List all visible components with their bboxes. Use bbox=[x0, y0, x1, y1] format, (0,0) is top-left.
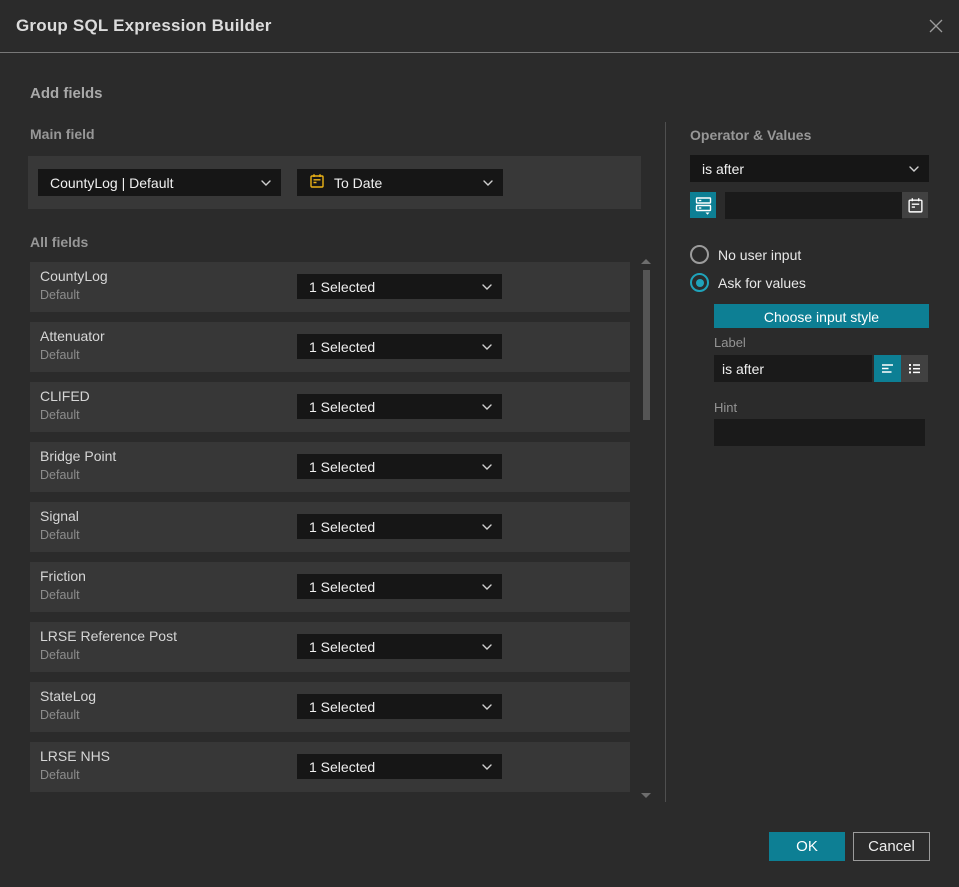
field-subtitle: Default bbox=[40, 408, 80, 422]
field-selection-value: 1 Selected bbox=[309, 278, 376, 295]
chevron-down-icon bbox=[482, 283, 492, 290]
choose-input-style-button[interactable]: Choose input style bbox=[714, 304, 929, 328]
radio-label: Ask for values bbox=[718, 274, 806, 291]
single-line-style-toggle[interactable] bbox=[874, 355, 901, 382]
main-field-label: Main field bbox=[30, 126, 95, 142]
field-selection-dropdown[interactable]: 1 Selected bbox=[297, 574, 502, 599]
field-selection-value: 1 Selected bbox=[309, 338, 376, 355]
field-selection-dropdown[interactable]: 1 Selected bbox=[297, 694, 502, 719]
field-selection-dropdown[interactable]: 1 Selected bbox=[297, 454, 502, 479]
field-subtitle: Default bbox=[40, 288, 80, 302]
chevron-down-icon bbox=[482, 523, 492, 530]
field-subtitle: Default bbox=[40, 468, 80, 482]
chevron-down-icon bbox=[483, 179, 493, 186]
radio-selected-icon bbox=[690, 273, 709, 292]
field-selection-dropdown[interactable]: 1 Selected bbox=[297, 334, 502, 359]
field-selection-dropdown[interactable]: 1 Selected bbox=[297, 754, 502, 779]
main-field-panel: CountyLog | Default To Date bbox=[28, 156, 641, 209]
field-subtitle: Default bbox=[40, 708, 80, 722]
field-selection-dropdown[interactable]: 1 Selected bbox=[297, 394, 502, 419]
field-row: Bridge Point Default 1 Selected bbox=[30, 442, 630, 492]
field-selection-value: 1 Selected bbox=[309, 638, 376, 655]
panel-divider bbox=[665, 122, 666, 802]
operator-values-label: Operator & Values bbox=[690, 127, 812, 143]
add-fields-heading: Add fields bbox=[30, 85, 103, 102]
hint-caption: Hint bbox=[714, 400, 738, 415]
field-selection-value: 1 Selected bbox=[309, 458, 376, 475]
align-left-icon bbox=[882, 364, 893, 373]
chevron-down-icon bbox=[909, 165, 919, 172]
date-picker-button[interactable] bbox=[902, 192, 928, 218]
all-fields-label: All fields bbox=[30, 234, 89, 250]
main-field-select[interactable]: CountyLog | Default bbox=[38, 169, 281, 196]
operator-select-value: is after bbox=[702, 160, 745, 177]
field-row: StateLog Default 1 Selected bbox=[30, 682, 630, 732]
calendar-icon bbox=[309, 173, 325, 192]
scrollbar-down-arrow[interactable] bbox=[641, 793, 651, 798]
list-style-toggle[interactable] bbox=[901, 355, 928, 382]
field-subtitle: Default bbox=[40, 588, 80, 602]
group-sql-expression-builder-dialog: Group SQL Expression Builder Add fields … bbox=[0, 0, 959, 887]
dialog-title: Group SQL Expression Builder bbox=[16, 16, 272, 35]
field-name: LRSE Reference Post bbox=[40, 628, 177, 644]
cancel-button[interactable]: Cancel bbox=[853, 832, 930, 861]
radio-ask-for-values[interactable]: Ask for values bbox=[690, 273, 806, 292]
field-selection-value: 1 Selected bbox=[309, 758, 376, 775]
date-value-input[interactable] bbox=[725, 192, 902, 219]
field-name: Signal bbox=[40, 508, 79, 524]
ok-button[interactable]: OK bbox=[769, 832, 845, 861]
field-selection-value: 1 Selected bbox=[309, 698, 376, 715]
field-name: Attenuator bbox=[40, 328, 105, 344]
bullet-list-icon bbox=[909, 364, 920, 374]
radio-circle-icon bbox=[690, 245, 709, 264]
close-icon[interactable] bbox=[926, 16, 946, 36]
chevron-down-icon bbox=[482, 703, 492, 710]
field-subtitle: Default bbox=[40, 528, 80, 542]
field-selection-value: 1 Selected bbox=[309, 518, 376, 535]
field-row: CountyLog Default 1 Selected bbox=[30, 262, 630, 312]
field-row: LRSE Reference Post Default 1 Selected bbox=[30, 622, 630, 672]
date-field-select[interactable]: To Date bbox=[297, 169, 503, 196]
field-row: LRSE NHS Default 1 Selected bbox=[30, 742, 630, 792]
chevron-down-icon bbox=[482, 763, 492, 770]
scrollbar-up-arrow[interactable] bbox=[641, 259, 651, 264]
field-row: Signal Default 1 Selected bbox=[30, 502, 630, 552]
chevron-down-icon bbox=[482, 583, 492, 590]
field-row: Friction Default 1 Selected bbox=[30, 562, 630, 612]
field-subtitle: Default bbox=[40, 348, 80, 362]
field-name: Friction bbox=[40, 568, 86, 584]
field-name: CountyLog bbox=[40, 268, 108, 284]
field-name: CLIFED bbox=[40, 388, 90, 404]
field-subtitle: Default bbox=[40, 648, 80, 662]
label-input[interactable] bbox=[714, 355, 872, 382]
field-selection-value: 1 Selected bbox=[309, 398, 376, 415]
field-selection-dropdown[interactable]: 1 Selected bbox=[297, 274, 502, 299]
label-caption: Label bbox=[714, 335, 746, 350]
chevron-down-icon bbox=[482, 403, 492, 410]
field-row: Attenuator Default 1 Selected bbox=[30, 322, 630, 372]
calendar-icon bbox=[907, 197, 923, 213]
field-name: LRSE NHS bbox=[40, 748, 111, 764]
chevron-down-icon bbox=[261, 179, 271, 186]
radio-no-user-input[interactable]: No user input bbox=[690, 245, 801, 264]
field-selection-value: 1 Selected bbox=[309, 578, 376, 595]
chevron-down-icon bbox=[482, 343, 492, 350]
field-name: StateLog bbox=[40, 688, 97, 704]
value-type-toggle-button[interactable] bbox=[690, 192, 716, 218]
operator-select[interactable]: is after bbox=[690, 155, 929, 182]
chevron-down-icon bbox=[482, 643, 492, 650]
title-bar: Group SQL Expression Builder bbox=[0, 0, 959, 53]
stacked-values-icon bbox=[695, 197, 711, 215]
field-subtitle: Default bbox=[40, 768, 80, 782]
field-row: CLIFED Default 1 Selected bbox=[30, 382, 630, 432]
main-field-select-value: CountyLog | Default bbox=[50, 174, 174, 191]
field-selection-dropdown[interactable]: 1 Selected bbox=[297, 634, 502, 659]
hint-input[interactable] bbox=[714, 419, 925, 446]
date-field-select-value: To Date bbox=[334, 174, 383, 191]
chevron-down-icon bbox=[482, 463, 492, 470]
scrollbar-thumb[interactable] bbox=[643, 270, 650, 420]
field-selection-dropdown[interactable]: 1 Selected bbox=[297, 514, 502, 539]
field-name: Bridge Point bbox=[40, 448, 117, 464]
radio-label: No user input bbox=[718, 246, 802, 263]
